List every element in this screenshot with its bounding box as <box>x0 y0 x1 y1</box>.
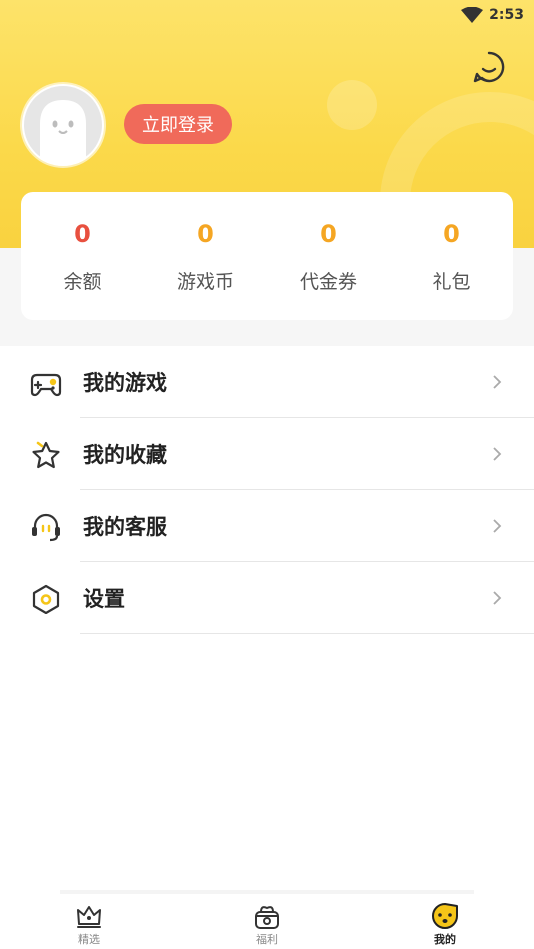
stat-balance[interactable]: 0 余额 <box>28 219 138 294</box>
wifi-icon <box>461 7 484 23</box>
gamepad-icon <box>30 373 62 397</box>
chevron-right-icon <box>493 375 502 389</box>
chevron-right-icon <box>493 519 502 533</box>
tab-mine[interactable]: 我的 <box>385 890 505 949</box>
stat-vouchers[interactable]: 0 代金券 <box>274 219 384 294</box>
message-button[interactable] <box>472 50 506 84</box>
tab-welfare[interactable]: 福利 <box>207 890 327 949</box>
divider <box>80 633 534 634</box>
menu-item-label: 设置 <box>83 587 125 611</box>
menu-item-my-favorites[interactable]: 我的收藏 <box>0 418 534 490</box>
stat-label: 余额 <box>63 270 102 293</box>
bottom-tab-bar: 精选 福利 我的 <box>0 890 534 949</box>
tab-label: 福利 <box>256 933 278 946</box>
stat-game-coins[interactable]: 0 游戏币 <box>151 219 261 294</box>
status-bar: 2:53 <box>461 0 524 30</box>
login-button[interactable]: 立即登录 <box>124 104 232 144</box>
ghost-avatar-icon <box>24 86 102 164</box>
menu-item-label: 我的收藏 <box>83 443 167 467</box>
menu-item-label: 我的客服 <box>83 515 167 539</box>
stat-gift-packs[interactable]: 0 礼包 <box>397 219 507 294</box>
decor-circle <box>327 80 377 130</box>
star-icon <box>32 441 60 469</box>
tab-label: 精选 <box>78 933 100 946</box>
stat-value: 0 <box>197 219 214 248</box>
chevron-right-icon <box>493 447 502 461</box>
stat-value: 0 <box>74 219 91 248</box>
crown-icon <box>77 906 101 928</box>
stat-label: 礼包 <box>432 270 471 293</box>
avatar[interactable] <box>22 84 104 166</box>
menu-item-settings[interactable]: 设置 <box>0 562 534 634</box>
menu-list: 我的游戏 我的收藏 我的客服 设置 <box>0 346 534 634</box>
chevron-right-icon <box>493 591 502 605</box>
stat-label: 游戏币 <box>176 270 234 293</box>
stat-value: 0 <box>320 219 337 248</box>
tab-label: 我的 <box>434 933 456 946</box>
face-icon <box>432 903 458 929</box>
headset-icon <box>32 513 60 542</box>
status-time: 2:53 <box>489 7 524 23</box>
menu-item-customer-service[interactable]: 我的客服 <box>0 490 534 562</box>
tab-bar-divider <box>60 890 474 894</box>
stat-label: 代金券 <box>299 270 357 293</box>
menu-item-label: 我的游戏 <box>83 371 167 395</box>
gift-icon <box>255 906 279 929</box>
stats-card: 0 余额 0 游戏币 0 代金券 0 礼包 <box>21 192 513 320</box>
message-icon <box>473 51 505 83</box>
stat-value: 0 <box>443 219 460 248</box>
hexagon-settings-icon <box>32 584 60 614</box>
tab-featured[interactable]: 精选 <box>29 890 149 949</box>
menu-item-my-games[interactable]: 我的游戏 <box>0 346 534 418</box>
